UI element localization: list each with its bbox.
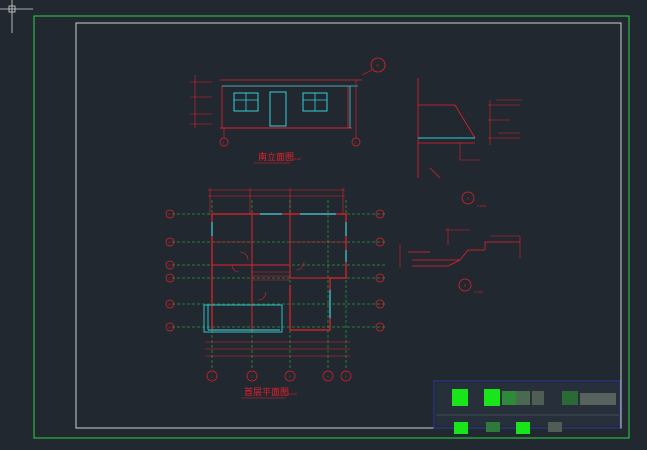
roof-detail[interactable]: 1 1:100 — [417, 78, 522, 208]
sheet-outer-frame — [33, 15, 630, 439]
detail-scale: 1:100 — [474, 290, 483, 294]
svg-text:F: F — [169, 213, 171, 217]
axis-bubbles-right — [375, 209, 385, 332]
plan-scale: 1:100 — [288, 392, 297, 396]
sheet-inner-frame — [75, 22, 622, 429]
detail-scale: 1:100 — [477, 204, 486, 208]
svg-text:3: 3 — [289, 375, 291, 379]
svg-text:4: 4 — [327, 375, 329, 379]
svg-text:2: 2 — [251, 375, 253, 379]
detail-marker-number: 1 — [467, 197, 469, 201]
title-block[interactable] — [433, 380, 621, 434]
detail-marker-number: 2 — [464, 284, 466, 288]
step-detail[interactable]: 2 1:100 — [399, 228, 521, 294]
elevation-title: 南立面图 — [258, 151, 294, 163]
axis-label: 1 — [223, 141, 225, 145]
north-symbol-label: N — [377, 64, 379, 68]
axis-bubbles-left: F E D C B A — [165, 209, 175, 332]
svg-text:5: 5 — [345, 375, 347, 379]
first-floor-plan[interactable]: F E D C B A 1 2 3 4 5 首层平面图 1:100 — [165, 188, 385, 399]
svg-text:C: C — [169, 277, 171, 281]
elevation-scale: 1:100 — [292, 157, 301, 161]
svg-text:E: E — [169, 241, 171, 245]
svg-text:D: D — [169, 264, 172, 268]
plan-title: 首层平面图 — [244, 386, 289, 398]
svg-text:1: 1 — [211, 375, 213, 379]
axis-bubbles-bottom: 1 2 3 4 5 — [206, 370, 352, 382]
crosshair-cursor-icon — [0, 0, 33, 33]
south-elevation[interactable]: 1 5 N 南立面图 1:100 — [190, 57, 386, 164]
svg-text:A: A — [169, 326, 172, 330]
drawing-canvas[interactable]: 1 5 N 南立面图 1:100 1 1:100 2 1:100 F E D C… — [0, 0, 647, 450]
axis-label: 5 — [355, 141, 357, 145]
svg-text:B: B — [169, 303, 171, 307]
